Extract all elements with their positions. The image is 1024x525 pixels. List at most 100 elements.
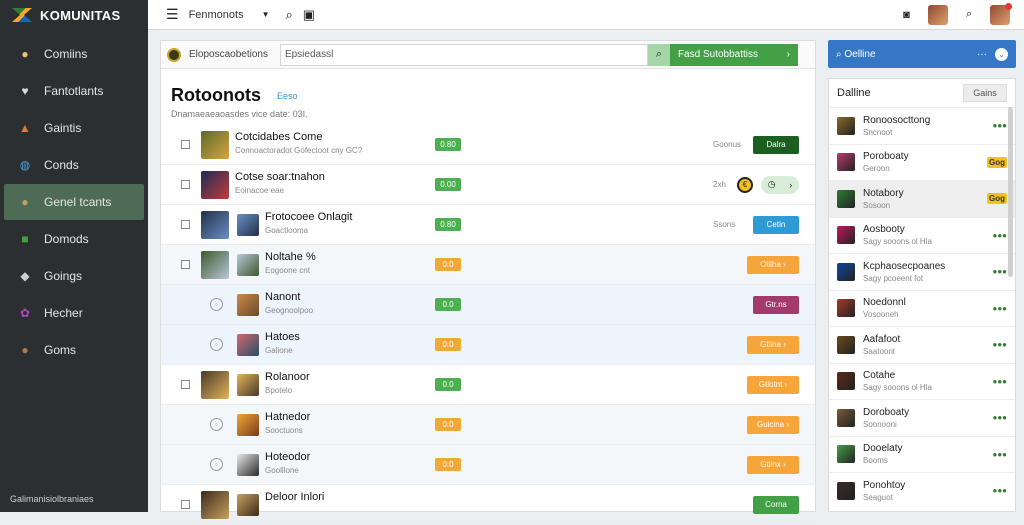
submit-button[interactable]: Fasd Sutobbattiss ›: [669, 43, 798, 66]
row-checkbox[interactable]: [181, 500, 190, 509]
scrollbar[interactable]: [1008, 107, 1013, 277]
avatar[interactable]: [927, 4, 948, 25]
camera-icon[interactable]: ▣: [303, 7, 315, 23]
list-item[interactable]: Ronoosocttong Sncnoot ●●●: [829, 107, 1015, 144]
row-title[interactable]: Nanont: [265, 291, 313, 303]
row-action-button[interactable]: Guicina ›: [747, 415, 799, 434]
row-thumbnail: [201, 490, 229, 519]
row-checkbox[interactable]: [181, 140, 190, 149]
row-action-button[interactable]: Cetin: [753, 215, 799, 234]
list-item[interactable]: Aosbooty Sagy sooons ol Hla ●●●: [829, 216, 1015, 254]
row-checkbox[interactable]: [181, 220, 190, 229]
row-title[interactable]: Deloor Inlori: [265, 491, 324, 503]
row-action-button[interactable]: Dalra: [753, 135, 799, 154]
row-title-block: Rolanoor Bpotelo: [265, 371, 310, 395]
list-item-thumbnail: [837, 226, 855, 245]
heart-icon: ♥: [21, 84, 29, 98]
row-title[interactable]: Rolanoor: [265, 371, 310, 383]
row-radio[interactable]: ◦: [210, 338, 223, 351]
filter-icon[interactable]: [167, 47, 181, 62]
list-item[interactable]: Aafafoot Saatoont ●●●: [829, 326, 1015, 363]
profile-avatar[interactable]: [990, 2, 1012, 25]
search-icon[interactable]: ⌕: [286, 7, 293, 23]
row-title-block: Cotse soar:tnahon Eoinacoe eae: [235, 171, 325, 195]
table-row[interactable]: Deloor Inlori Corna: [161, 485, 815, 525]
row-title[interactable]: Hatnedor: [265, 411, 310, 423]
sidebar-item[interactable]: ● Goms: [4, 332, 144, 368]
row-action-button[interactable]: Gtlina ›: [747, 335, 799, 354]
table-row[interactable]: ◦ Hoteodor Goolllone 0.0 Gtlinx ›: [161, 445, 815, 485]
list-item[interactable]: Ponohtoy Seaguot ●●●: [829, 472, 1015, 509]
list-item-score: ●●●: [992, 376, 1008, 386]
table-row[interactable]: Cotse soar:tnahon Eoinacoe eae 0.00 2xh € ◷ ›: [161, 165, 815, 205]
sidebar-item[interactable]: ✿ Hecher: [4, 295, 144, 331]
sidebar-item-label: Gaintis: [44, 121, 82, 135]
row-title[interactable]: Hoteodor: [265, 451, 310, 463]
list-item-thumbnail: [837, 299, 855, 318]
list-item[interactable]: Notabory Sosoon Gog: [829, 180, 1015, 217]
list-item[interactable]: Kcphaosecpoanes Sagy pcoeent fot ●●●: [829, 253, 1015, 290]
row-title[interactable]: Cotcidabes Come: [235, 131, 362, 143]
table-row[interactable]: Noltahe % Eogoone cnt 0.0 Oiliha ›: [161, 245, 815, 285]
row-checkbox[interactable]: [181, 260, 190, 269]
chevron-down-icon[interactable]: ⌄: [995, 47, 1008, 61]
table-row[interactable]: ◦ Hatoes Galione 0.0 Gtlina ›: [161, 325, 815, 365]
sidebar-item[interactable]: ◍ Conds: [4, 147, 144, 183]
search-icon-right[interactable]: ⌕: [966, 8, 972, 21]
row-subtitle: Galione: [265, 346, 293, 355]
table-row[interactable]: Rolanoor Bpotelo 0.0 Gtlotnt ›: [161, 365, 815, 405]
search-button[interactable]: ⌕: [647, 43, 670, 66]
list-item[interactable]: Doroboaty Soonooni ●●●: [829, 399, 1015, 436]
sidebar-item-label: Fantotlants: [44, 84, 104, 98]
list-item[interactable]: Dooelaty Booms ●●●: [829, 435, 1015, 473]
sidebar-item[interactable]: ● Genel tcants: [4, 184, 144, 220]
right-panel-header[interactable]: ⌕ Oelline ··· ⌄: [828, 40, 1016, 68]
status-toggle[interactable]: ◷ ›: [761, 175, 799, 194]
more-icon[interactable]: ···: [977, 49, 987, 60]
gains-button[interactable]: Gains: [963, 84, 1007, 102]
coin-icon: €: [737, 176, 753, 193]
brand[interactable]: KOMUNITAS: [0, 0, 148, 30]
row-radio[interactable]: ◦: [210, 298, 223, 311]
row-action-button[interactable]: Gtlinx ›: [747, 455, 799, 474]
breadcrumb[interactable]: Fenmonots: [189, 9, 244, 21]
list-item[interactable]: Noedonnl Vosooneh ●●●: [829, 289, 1015, 327]
row-title[interactable]: Hatoes: [265, 331, 300, 343]
row-action-button[interactable]: Gtlotnt ›: [747, 375, 799, 394]
row-title-block: Nanont Geognoolpoo: [265, 291, 313, 315]
row-title[interactable]: Noltahe %: [265, 251, 316, 263]
search-input[interactable]: Epsiedassl: [279, 43, 648, 66]
row-meta: Ssons: [713, 220, 736, 229]
table-row[interactable]: Frotocoee Onlagit Goactlooma 0.80 Ssons Ceti…: [161, 205, 815, 245]
row-radio[interactable]: ◦: [210, 418, 223, 431]
row-subtitle: Connoactoradot Gofectoot cny GC?: [235, 146, 363, 155]
table-row[interactable]: Cotcidabes Come Connoactoradot Gofectoot …: [161, 125, 815, 165]
chevron-right-icon: ›: [789, 179, 793, 190]
table-row[interactable]: ◦ Hatnedor Sooctuons 0.0 Guicina ›: [161, 405, 815, 445]
chevron-down-icon[interactable]: ▼: [262, 10, 270, 19]
table-row[interactable]: ◦ Nanont Geognoolpoo 0.0 Gtr.ns: [161, 285, 815, 325]
sidebar-item[interactable]: ♥ Fantotlants: [4, 73, 144, 109]
person-icon: ●: [21, 47, 29, 61]
row-action-button[interactable]: Gtr.ns: [753, 295, 799, 314]
row-title[interactable]: Cotse soar:tnahon: [235, 171, 325, 183]
list-item-thumbnail: [837, 153, 855, 172]
filter-label[interactable]: Eloposcaobetions: [189, 49, 268, 60]
row-checkbox[interactable]: [181, 180, 190, 189]
menu-icon[interactable]: ☰: [166, 6, 179, 23]
sidebar-item[interactable]: ■ Domods: [4, 221, 144, 257]
sidebar-item[interactable]: ▲ Gaintis: [4, 110, 144, 146]
row-action-button[interactable]: Oiliha ›: [747, 255, 799, 274]
row-thumbnail: [201, 130, 229, 159]
page-tag[interactable]: Eeso: [277, 91, 298, 101]
page-title: Rotoonots: [171, 85, 261, 105]
list-item[interactable]: Cotahe Sagy sooons ol Hla ●●●: [829, 362, 1015, 400]
list-item[interactable]: Poroboaty Geroon Gog: [829, 143, 1015, 181]
sidebar-item[interactable]: ● Comiins: [4, 36, 144, 72]
notification-icon[interactable]: ◙: [903, 9, 910, 21]
row-radio[interactable]: ◦: [210, 458, 223, 471]
row-checkbox[interactable]: [181, 380, 190, 389]
sidebar-item[interactable]: ◆ Goings: [4, 258, 144, 294]
row-action-button[interactable]: Corna: [753, 495, 799, 514]
row-title[interactable]: Frotocoee Onlagit: [265, 211, 352, 223]
